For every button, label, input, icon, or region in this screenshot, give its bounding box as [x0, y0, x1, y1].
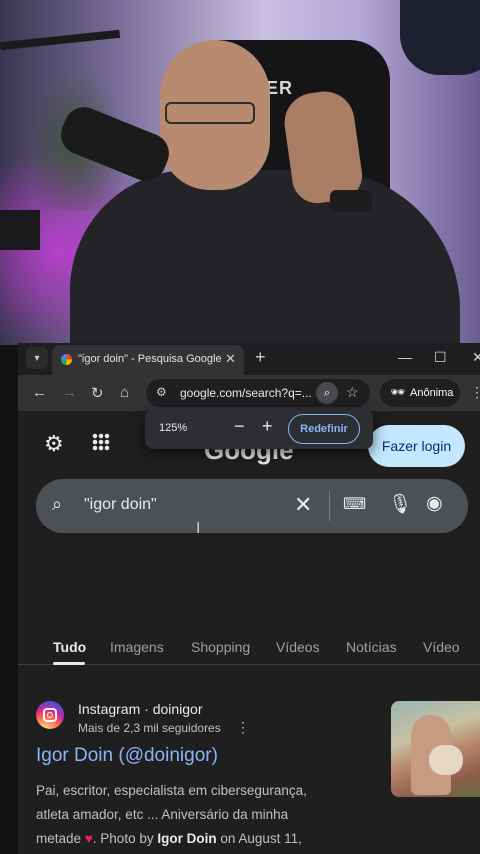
search-input[interactable]: "igor doin"	[84, 496, 157, 514]
site-settings-icon[interactable]: ⚙	[156, 385, 172, 401]
divider	[329, 491, 330, 521]
glasses	[165, 102, 255, 124]
result-thumbnail[interactable]	[391, 701, 480, 797]
tab-news[interactable]: Notícias	[346, 639, 397, 655]
result-snippet: Pai, escritor, especialista em cibersegu…	[36, 783, 307, 846]
browser-tab[interactable]: "igor doin" - Pesquisa Google ✕	[52, 345, 244, 375]
result-source[interactable]: Instagram · doinigor	[78, 701, 203, 717]
google-search-page: ⚙ Google Fazer login ⌕ "igor doin" ✕ ⌨ 🎙…	[18, 411, 480, 854]
thumbnail-baby	[429, 745, 463, 775]
person-torso	[70, 170, 460, 345]
result-title-link[interactable]: Igor Doin (@doinigor)	[36, 745, 218, 767]
text-cursor-icon: I	[196, 520, 201, 537]
new-tab-button[interactable]: +	[255, 347, 266, 368]
zoom-out-button[interactable]: −	[234, 416, 245, 437]
tab-close-icon[interactable]: ✕	[225, 351, 236, 367]
incognito-label: Anônima	[410, 387, 454, 399]
login-button[interactable]: Fazer login	[368, 425, 465, 467]
forward-icon[interactable]: →	[62, 384, 77, 401]
browser-toolbar: ← → ↻ ⌂ ⚙ google.com/search?q=... ⌕ ☆ 🕶 …	[18, 375, 480, 411]
close-window-button[interactable]: ✕	[472, 349, 480, 366]
instagram-icon	[36, 701, 64, 729]
tab-title: "igor doin" - Pesquisa Google	[78, 353, 222, 365]
heart-icon: ♥	[84, 831, 93, 846]
maximize-button[interactable]: ☐	[434, 349, 447, 366]
keyboard-icon[interactable]: ⌨	[343, 494, 366, 514]
result-more-icon[interactable]: ⋮	[236, 719, 250, 736]
clear-search-icon[interactable]: ✕	[294, 492, 312, 518]
zoom-level: 125%	[159, 422, 188, 434]
search-box[interactable]: ⌕ "igor doin" ✕ ⌨ 🎙 ◉	[36, 479, 468, 533]
google-lens-icon[interactable]: ◉	[426, 492, 443, 515]
tab-strip: ▾ "igor doin" - Pesquisa Google ✕ + — ☐ …	[18, 343, 480, 375]
google-apps-icon[interactable]	[92, 433, 110, 451]
incognito-icon: 🕶	[390, 385, 406, 399]
active-tab-indicator	[53, 662, 85, 665]
shelf	[0, 210, 40, 250]
tab-videos-2[interactable]: Vídeo	[423, 639, 460, 655]
webcam-video: CER	[0, 0, 480, 345]
tab-videos[interactable]: Vídeos	[276, 639, 320, 655]
settings-gear-icon[interactable]: ⚙	[44, 431, 64, 457]
result-followers: Mais de 2,3 mil seguidores	[78, 721, 221, 735]
google-favicon-icon	[61, 354, 72, 365]
incognito-badge[interactable]: 🕶 Anônima	[380, 379, 460, 407]
mic-arm	[0, 29, 121, 51]
home-icon[interactable]: ⌂	[120, 384, 129, 401]
microphone-icon[interactable]: 🎙	[388, 492, 412, 516]
tab-all[interactable]: Tudo	[53, 639, 86, 655]
zoom-reset-button[interactable]: Redefinir	[288, 414, 360, 444]
tab-search-button[interactable]: ▾	[26, 347, 48, 369]
minimize-button[interactable]: —	[398, 349, 412, 365]
url-text: google.com/search?q=...	[180, 386, 312, 400]
wrist-watch	[330, 190, 372, 212]
reload-icon[interactable]: ↻	[91, 384, 104, 402]
zoom-popup: 125% − + Redefinir	[145, 409, 373, 449]
guitar	[400, 0, 480, 75]
back-icon[interactable]: ←	[32, 384, 47, 401]
tab-images[interactable]: Imagens	[110, 639, 164, 655]
chevron-down-icon: ▾	[34, 352, 40, 364]
zoom-in-button[interactable]: +	[262, 416, 273, 437]
browser-menu-icon[interactable]: ⋮	[470, 384, 480, 401]
bookmark-star-icon[interactable]: ☆	[346, 384, 359, 401]
zoom-indicator-icon[interactable]: ⌕	[316, 382, 338, 404]
search-tabs: Tudo Imagens Shopping Vídeos Notícias Ví…	[18, 633, 480, 665]
search-icon: ⌕	[52, 494, 63, 514]
tab-shopping[interactable]: Shopping	[191, 639, 250, 655]
address-bar[interactable]: ⚙ google.com/search?q=... ⌕ ☆	[146, 379, 370, 407]
